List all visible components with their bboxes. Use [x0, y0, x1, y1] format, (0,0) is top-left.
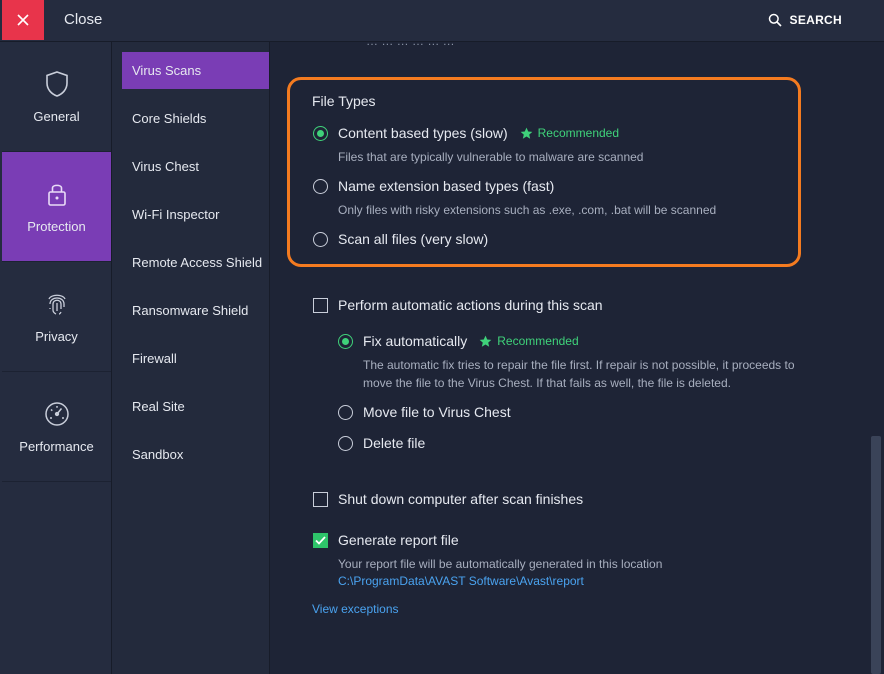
submenu-item-remote-access-shield[interactable]: Remote Access Shield [122, 244, 269, 281]
shield-icon [42, 69, 72, 99]
auto-actions-checkbox[interactable] [313, 297, 328, 313]
cutoff-text: … … … … … … [366, 42, 455, 48]
sidebar-item-label: General [33, 109, 80, 124]
scrollbar-thumb[interactable] [871, 436, 881, 674]
submenu-item-core-shields[interactable]: Core Shields [122, 100, 269, 137]
close-icon [17, 14, 29, 26]
settings-panel: … … … … … … File Types Content based typ… [270, 42, 868, 674]
name-extension-label: Name extension based types (fast) [338, 178, 555, 194]
shutdown-checkbox[interactable] [313, 491, 328, 507]
report-option[interactable]: Generate report file [313, 532, 459, 548]
submenu-item-virus-chest[interactable]: Virus Chest [122, 148, 269, 185]
submenu-item-firewall[interactable]: Firewall [122, 340, 269, 377]
content-based-label: Content based types (slow) [338, 125, 508, 141]
sidebar-item-label: Protection [27, 219, 86, 234]
fix-automatically-option[interactable]: Fix automatically Recommended [338, 333, 579, 349]
scan-all-radio[interactable] [313, 231, 328, 247]
fingerprint-icon [42, 289, 72, 319]
fix-description-line-1: The automatic fix tries to repair the fi… [363, 358, 795, 372]
search-button[interactable]: SEARCH [768, 13, 842, 27]
sidebar-item-protection[interactable]: Protection [2, 152, 111, 262]
sidebar-item-performance[interactable]: Performance [2, 372, 111, 482]
sidebar-item-general[interactable]: General [2, 42, 111, 152]
gauge-icon [42, 399, 72, 429]
star-icon [479, 335, 492, 347]
name-extension-description: Only files with risky extensions such as… [338, 203, 717, 217]
sidebar-item-label: Performance [19, 439, 94, 454]
fix-automatically-radio[interactable] [338, 333, 353, 349]
report-checkbox[interactable] [313, 532, 328, 548]
checkmark-icon [315, 535, 326, 545]
move-to-chest-label: Move file to Virus Chest [363, 404, 511, 420]
view-exceptions-link[interactable]: View exceptions [312, 602, 399, 616]
fix-automatically-label: Fix automatically [363, 333, 468, 349]
submenu-item-sandbox[interactable]: Sandbox [122, 436, 269, 473]
recommended-label: Recommended [537, 126, 620, 140]
search-label: SEARCH [789, 13, 842, 27]
move-to-chest-radio[interactable] [338, 404, 353, 420]
fix-description-line-2: move the file to the Virus Chest. If tha… [363, 376, 731, 390]
content-scrollbar[interactable] [868, 42, 884, 674]
delete-file-radio[interactable] [338, 435, 353, 451]
delete-file-label: Delete file [363, 435, 426, 451]
content-based-option[interactable]: Content based types (slow) Recommended [313, 125, 619, 141]
report-label: Generate report file [338, 532, 459, 548]
close-label[interactable]: Close [64, 11, 102, 28]
auto-actions-option[interactable]: Perform automatic actions during this sc… [313, 297, 603, 313]
content-based-radio[interactable] [313, 125, 328, 141]
report-description: Your report file will be automatically g… [338, 557, 663, 571]
shutdown-option[interactable]: Shut down computer after scan finishes [313, 491, 583, 507]
recommended-badge: Recommended [479, 334, 579, 348]
move-to-chest-option[interactable]: Move file to Virus Chest [338, 404, 511, 420]
report-path-link[interactable]: C:\ProgramData\AVAST Software\Avast\repo… [338, 574, 584, 588]
submenu-item-virus-scans[interactable]: Virus Scans [122, 52, 269, 89]
scan-all-label: Scan all files (very slow) [338, 231, 489, 247]
auto-actions-label: Perform automatic actions during this sc… [338, 297, 603, 313]
main-sidebar: General Protection Privacy Performance [0, 42, 112, 674]
star-icon [520, 127, 532, 139]
protection-submenu: Virus Scans Core Shields Virus Chest Wi-… [112, 42, 270, 674]
sidebar-item-label: Privacy [35, 329, 78, 344]
lock-icon [42, 179, 72, 209]
recommended-label: Recommended [497, 334, 579, 348]
submenu-item-real-site[interactable]: Real Site [122, 388, 269, 425]
file-types-title: File Types [312, 93, 376, 109]
name-extension-radio[interactable] [313, 178, 328, 194]
submenu-item-ransomware-shield[interactable]: Ransomware Shield [122, 292, 269, 329]
title-bar: Close SEARCH [0, 0, 884, 42]
delete-file-option[interactable]: Delete file [338, 435, 425, 451]
shutdown-label: Shut down computer after scan finishes [338, 491, 584, 507]
sidebar-item-privacy[interactable]: Privacy [2, 262, 111, 372]
close-button[interactable] [2, 0, 44, 40]
recommended-badge: Recommended [520, 126, 619, 140]
content-based-description: Files that are typically vulnerable to m… [338, 150, 644, 164]
name-extension-option[interactable]: Name extension based types (fast) [313, 178, 554, 194]
submenu-item-wifi-inspector[interactable]: Wi-Fi Inspector [122, 196, 269, 233]
scan-all-option[interactable]: Scan all files (very slow) [313, 231, 488, 247]
search-icon [768, 13, 782, 27]
